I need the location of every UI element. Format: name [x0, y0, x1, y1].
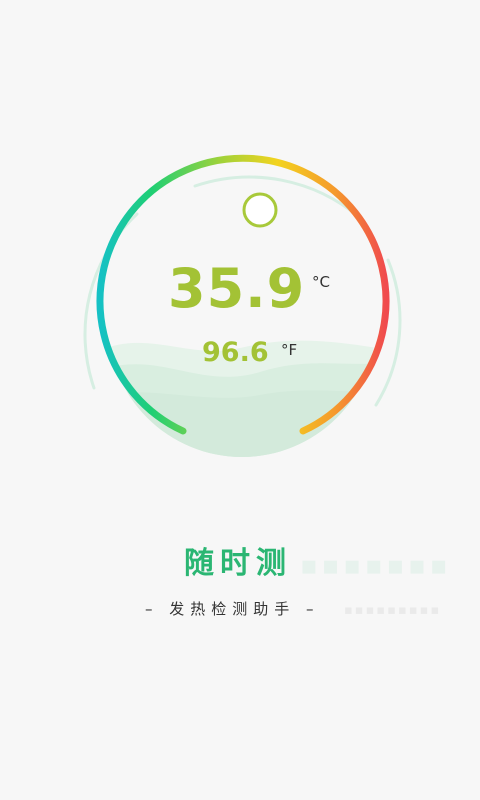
splash-screen: 35.9 °C 96.6 °F 随时测 ▪▪▪▪▪▪▪ – 发热检测助手 – ▪… [0, 0, 480, 800]
fahrenheit-reading: 96.6 [202, 337, 269, 368]
outer-ring-top [193, 175, 362, 220]
celsius-reading: 35.9 [168, 257, 306, 320]
arc-knob[interactable] [242, 192, 278, 228]
thermometer-gauge [83, 154, 402, 457]
app-title: 随时测 [184, 546, 292, 581]
celsius-unit: °C [312, 273, 330, 291]
app-subtitle: – 发热检测助手 – [145, 600, 320, 618]
app-title-shadow: ▪▪▪▪▪▪▪ [300, 551, 452, 581]
app-subtitle-shadow: ▪▪▪▪▪▪▪▪▪ [344, 603, 442, 618]
fahrenheit-unit: °F [281, 341, 298, 359]
